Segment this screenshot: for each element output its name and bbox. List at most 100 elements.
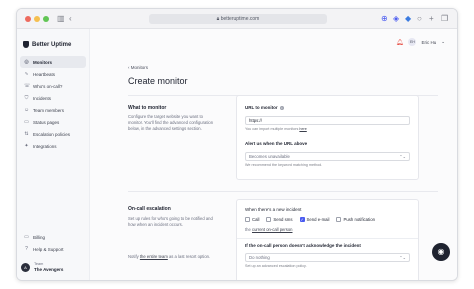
what-to-monitor-card: URL to monitori You can import multiple …: [236, 95, 419, 180]
chevron-down-icon: ⌃⌄: [399, 154, 406, 159]
url-hint-text: You can import multiple monitors: [245, 127, 300, 131]
checkbox-label: Send e-mail: [306, 217, 330, 222]
ack-select-value: Do nothing: [249, 255, 270, 260]
sidebar-nav: ◎ Monitors ∿ Heartbeats ☏ Who's on-call? ⛉ Inci…: [20, 56, 86, 152]
chevron-down-icon[interactable]: ⌄: [441, 39, 445, 45]
plus-icon[interactable]: +: [429, 14, 434, 24]
bell-icon[interactable]: 🔔︎: [396, 39, 404, 46]
sidebar-item-label: Incidents: [33, 95, 52, 101]
users-icon: ☺: [24, 106, 30, 113]
notify-option-call[interactable]: Call: [245, 217, 259, 222]
checkbox-label: Call: [252, 217, 260, 222]
sidebar-item-team-members[interactable]: ☺ Team members: [20, 104, 86, 116]
url-label-text: URL to monitor: [245, 105, 278, 110]
close-window-button[interactable]: [25, 16, 31, 22]
info-icon[interactable]: i: [279, 105, 285, 111]
section-desc-what: Configure the target website you want to…: [128, 114, 214, 131]
team-avatar: A: [21, 262, 30, 272]
divider: [237, 238, 418, 239]
sidebar-item-label: Heartbeats: [33, 71, 56, 77]
chat-icon: ◉: [437, 247, 445, 256]
current-oncall-line: the current on-call person: [245, 227, 293, 232]
brand-logo-icon: [23, 41, 29, 48]
minimize-window-button[interactable]: [34, 16, 40, 22]
notify-option-send-e-mail[interactable]: ✓ Send e-mail: [299, 217, 330, 222]
entire-team-link[interactable]: the entire team: [140, 254, 168, 259]
team-switcher[interactable]: A Team The Avengers: [21, 262, 63, 272]
share-icon[interactable]: ⊕: [381, 14, 388, 24]
card-icon: ▭: [24, 233, 29, 240]
sidebar-item-label: Billing: [33, 234, 46, 240]
escalation-icon: ⇅: [24, 130, 29, 137]
checkbox[interactable]: [266, 217, 272, 222]
user-area: 🔔︎ EH Eric Hu ⌄: [396, 38, 445, 46]
sidebar-item-help-support[interactable]: ? Help & Support: [20, 243, 86, 255]
user-name[interactable]: Eric Hu: [421, 40, 436, 45]
avatar[interactable]: EH: [408, 38, 417, 46]
sidebar-item-incidents[interactable]: ⛉ Incidents: [20, 92, 86, 104]
the-label: the: [245, 227, 252, 232]
sidebar-item-escalation-policies[interactable]: ⇅ Escalation policies: [20, 128, 86, 140]
team-text: Team The Avengers: [34, 262, 63, 272]
status-icon: ▭: [24, 118, 29, 125]
notify-options: Call Send sms ✓ Send e-mail Push notificatio…: [245, 217, 375, 222]
browser-window: ▥ ‹ 🔒︎ betteruptime.com ⊕ ◈ ◆ ○ + ❐ Bett…: [16, 8, 458, 281]
sidebar-item-label: Status pages: [33, 119, 60, 125]
ack-label: If the on-call person doesn't acknowledg…: [245, 243, 361, 248]
url-input[interactable]: [245, 116, 410, 125]
lock-icon: 🔒︎: [216, 16, 220, 22]
extension-icon[interactable]: ◈: [393, 14, 399, 24]
team-name: The Avengers: [34, 267, 64, 272]
heartbeat-icon: ∿: [24, 70, 29, 77]
checkbox[interactable]: ✓: [299, 217, 305, 222]
checkbox[interactable]: [245, 217, 250, 222]
sidebar-item-monitors[interactable]: ◎ Monitors: [20, 56, 86, 68]
shield-icon[interactable]: ◆: [405, 14, 411, 24]
browser-toolbar: ▥ ‹ 🔒︎ betteruptime.com ⊕ ◈ ◆ ○ + ❐: [17, 9, 457, 29]
sidebar-item-label: Integrations: [33, 143, 57, 149]
section-title-what: What to monitor: [128, 105, 167, 111]
checkbox[interactable]: [336, 217, 342, 222]
sidebar-item-status-pages[interactable]: ▭ Status pages: [20, 116, 86, 128]
sidebar-item-label: Escalation policies: [33, 131, 71, 137]
import-link[interactable]: here: [299, 127, 306, 131]
chevron-down-icon: ⌃⌄: [399, 255, 406, 260]
sidebar-item-integrations[interactable]: ✦ Integrations: [20, 140, 86, 152]
sidebar-item-heartbeats[interactable]: ∿ Heartbeats: [20, 68, 86, 80]
breadcrumb[interactable]: ‹ Monitors: [128, 65, 148, 70]
ack-select[interactable]: Do nothing ⌃⌄: [245, 253, 410, 262]
sidebar-item-label: Monitors: [33, 59, 52, 65]
sidebar-icon[interactable]: ▥: [57, 14, 65, 24]
address-bar[interactable]: 🔒︎ betteruptime.com: [149, 14, 327, 24]
sidebar-item-label: Who's on-call?: [33, 83, 63, 89]
url-label: URL to monitor i: [245, 105, 285, 111]
brand[interactable]: Better Uptime: [23, 41, 71, 48]
current-oncall-link[interactable]: current on-call person: [252, 227, 293, 232]
maximize-window-button[interactable]: [43, 16, 49, 22]
sidebar-item-label: Help & Support: [33, 246, 64, 252]
notify-option-push-notification[interactable]: Push notification: [336, 217, 375, 222]
ack-hint: Set up an advanced escalation policy.: [245, 264, 307, 268]
chat-widget-button[interactable]: ◉: [432, 243, 450, 261]
main-content: 🔔︎ EH Eric Hu ⌄ ‹ Monitors Create monito…: [90, 29, 457, 280]
brand-name: Better Uptime: [32, 41, 72, 48]
back-icon[interactable]: ‹: [69, 14, 72, 24]
url-hint: You can import multiple monitors here: [245, 127, 405, 132]
page-title: Create monitor: [128, 76, 188, 86]
notify-option-send-sms[interactable]: Send sms: [266, 217, 293, 222]
section-title-oncall: On-call escalation: [128, 206, 171, 212]
oncall-note: Notify the entire team as a last resort …: [128, 254, 213, 260]
sidebar-item-who-s-on-call[interactable]: ☏ Who's on-call?: [20, 80, 86, 92]
alert-select[interactable]: Becomes unavailable ⌃⌄: [245, 152, 410, 161]
sidebar-item-billing[interactable]: ▭ Billing: [20, 231, 86, 243]
checkbox-label: Push notification: [343, 217, 375, 222]
note-suffix: as a last resort option.: [167, 254, 211, 259]
tabs-icon[interactable]: ❐: [441, 14, 448, 24]
alert-hint: We recommend the keyword matching method…: [245, 163, 323, 167]
section-desc-oncall: Set up rules for who's going to be notif…: [128, 216, 213, 227]
phone-icon: ☏: [24, 82, 31, 89]
new-incident-label: When there's a new incident: [245, 207, 302, 212]
checkbox-label: Send sms: [273, 217, 293, 222]
sidebar-bottom: ▭ Billing ? Help & Support: [20, 231, 86, 255]
circle-icon[interactable]: ○: [417, 14, 422, 24]
